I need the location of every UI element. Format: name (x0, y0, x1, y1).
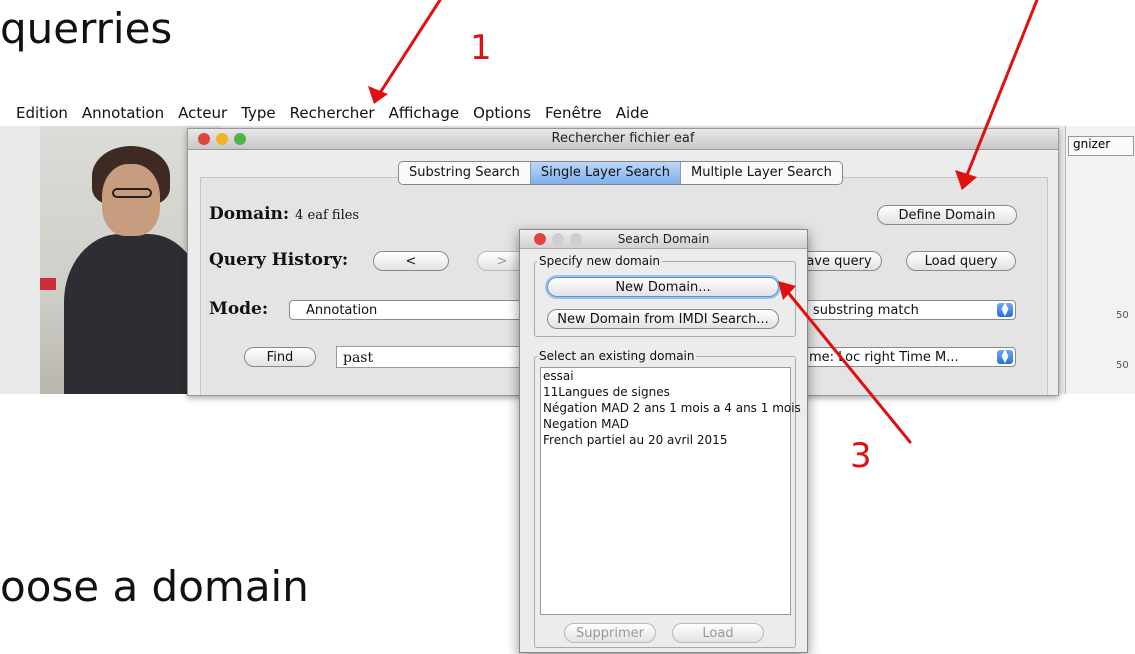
wall-sign (40, 278, 56, 290)
arrow-to-rechercher-menu (376, 0, 442, 98)
tab-substring-search[interactable]: Substring Search (399, 162, 531, 184)
mode-select[interactable]: Annotation (289, 300, 539, 320)
minimize-icon[interactable] (552, 233, 564, 245)
define-domain-button[interactable]: Define Domain (877, 205, 1017, 225)
person-body (64, 234, 204, 394)
load-domain-button[interactable]: Load (672, 623, 764, 643)
close-icon[interactable] (534, 233, 546, 245)
mode-label: Mode: (209, 299, 269, 319)
zoom-icon[interactable] (234, 133, 246, 145)
menu-edition[interactable]: Edition (16, 104, 68, 122)
timeline-tick-label: 50 (1116, 310, 1129, 321)
domain-label: Domain: 4 eaf files (209, 204, 359, 224)
close-icon[interactable] (198, 133, 210, 145)
specify-domain-label: Specify new domain (537, 254, 663, 268)
search-input[interactable]: past (336, 346, 536, 368)
new-domain-button[interactable]: New Domain... (547, 277, 779, 297)
app-menubar: Edition Annotation Acteur Type Recherche… (0, 100, 1135, 126)
menu-annotation[interactable]: Annotation (82, 104, 164, 122)
delete-domain-button[interactable]: Supprimer (564, 623, 656, 643)
dialog-title: Search Domain (617, 232, 710, 246)
save-query-button[interactable]: ave query (796, 251, 882, 271)
slide-bottom-fragment: oose a domain (0, 562, 309, 611)
existing-domain-label: Select an existing domain (537, 349, 697, 363)
menu-type[interactable]: Type (241, 104, 275, 122)
annotation-number-3: 3 (850, 436, 872, 476)
slide-title-fragment: querries (0, 4, 173, 53)
timeline-tick-label: 50 (1116, 360, 1129, 371)
tab-multiple-layer-search[interactable]: Multiple Layer Search (681, 162, 842, 184)
tier-select[interactable]: ame: Loc right Time M... ▲ ▼ (796, 347, 1016, 367)
list-item[interactable]: 11Langues de signes (541, 384, 790, 400)
person-glasses (112, 188, 152, 198)
search-type-tabs: Substring Search Single Layer Search Mul… (398, 161, 843, 185)
zoom-icon[interactable] (570, 233, 582, 245)
recognizer-tab[interactable]: gnizer (1068, 136, 1134, 156)
list-item[interactable]: Negation MAD (541, 416, 790, 432)
search-domain-dialog: Search Domain Specify new domain New Dom… (519, 229, 808, 653)
menu-rechercher[interactable]: Rechercher (290, 104, 375, 122)
match-select-value: substring match (813, 303, 919, 318)
history-back-button[interactable]: < (373, 251, 449, 271)
menu-acteur[interactable]: Acteur (178, 104, 227, 122)
chevron-updown-icon: ▲ ▼ (997, 349, 1013, 365)
menu-affichage[interactable]: Affichage (389, 104, 459, 122)
minimize-icon[interactable] (216, 133, 228, 145)
chevron-updown-icon: ▲ ▼ (997, 302, 1013, 318)
menu-options[interactable]: Options (473, 104, 531, 122)
recognizer-panel: gnizer 50 50 (1065, 126, 1135, 394)
annotation-number-1: 1 (470, 28, 492, 68)
search-window-title: Rechercher fichier eaf (551, 131, 695, 146)
query-history-label: Query History: (209, 250, 349, 270)
tier-select-value: ame: Loc right Time M... (801, 350, 959, 365)
domain-value: 4 eaf files (295, 208, 360, 223)
search-window-titlebar: Rechercher fichier eaf (188, 129, 1058, 150)
list-item[interactable]: Négation MAD 2 ans 1 mois a 4 ans 1 mois (541, 400, 801, 416)
match-select[interactable]: substring match ▲ ▼ (796, 300, 1016, 320)
find-button[interactable]: Find (244, 347, 316, 367)
domain-label-text: Domain: (209, 204, 290, 224)
new-domain-imdi-button[interactable]: New Domain from IMDI Search... (547, 309, 779, 329)
load-query-button[interactable]: Load query (906, 251, 1016, 271)
mode-select-value: Annotation (306, 303, 378, 318)
domain-list: essai 11Langues de signes Négation MAD 2… (540, 367, 801, 615)
person-head (102, 164, 160, 236)
list-item[interactable]: essai (541, 368, 790, 384)
menu-aide[interactable]: Aide (616, 104, 649, 122)
list-item[interactable]: French partiel au 20 avril 2015 (541, 432, 790, 448)
tab-single-layer-search[interactable]: Single Layer Search (530, 162, 681, 184)
menu-fenetre[interactable]: Fenêtre (545, 104, 602, 122)
